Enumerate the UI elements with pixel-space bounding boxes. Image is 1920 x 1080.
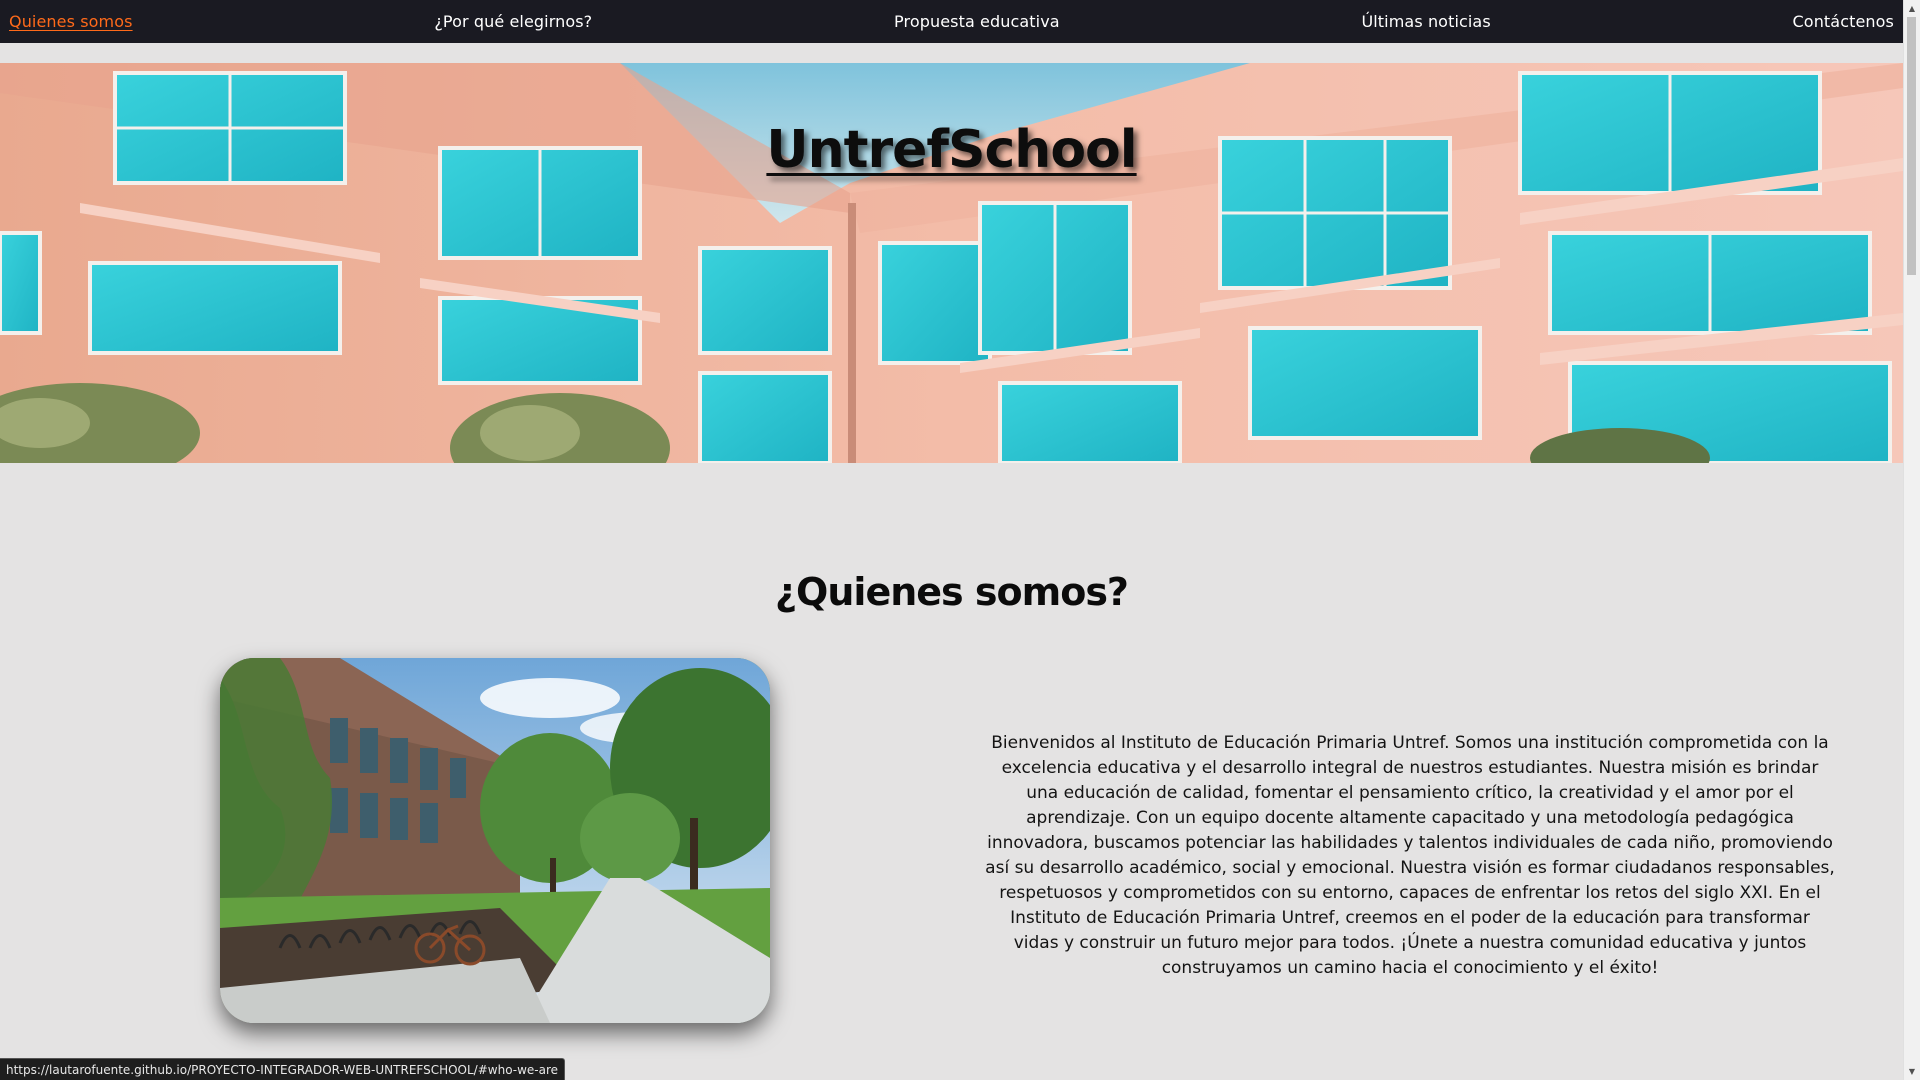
vertical-scrollbar[interactable]: ▲ ▼ xyxy=(1903,0,1920,1080)
hero-banner: UntrefSchool xyxy=(0,63,1903,463)
campus-photo-image xyxy=(220,658,770,1023)
top-navbar: Quienes somos ¿Por qué elegirnos? Propue… xyxy=(0,0,1903,43)
nav-link-propuesta-educativa[interactable]: Propuesta educativa xyxy=(894,12,1060,31)
about-paragraph: Bienvenidos al Instituto de Educación Pr… xyxy=(985,733,1835,978)
nav-link-ultimas-noticias[interactable]: Últimas noticias xyxy=(1361,12,1490,31)
link-status-bar: https://lautarofuente.github.io/PROYECTO… xyxy=(0,1058,566,1080)
scroll-up-arrow-icon[interactable]: ▲ xyxy=(1904,0,1920,17)
nav-link-por-que-elegirnos[interactable]: ¿Por qué elegirnos? xyxy=(434,12,592,31)
campus-photo xyxy=(220,658,770,1023)
nav-link-contactenos[interactable]: Contáctenos xyxy=(1793,12,1894,31)
site-title: UntrefSchool xyxy=(766,119,1137,180)
page: Quienes somos ¿Por qué elegirnos? Propue… xyxy=(0,0,1920,1080)
section-heading-quienes-somos: ¿Quienes somos? xyxy=(775,569,1129,614)
scrollbar-thumb[interactable] xyxy=(1907,17,1916,275)
scroll-down-arrow-icon[interactable]: ▼ xyxy=(1904,1063,1920,1080)
nav-link-quienes-somos[interactable]: Quienes somos xyxy=(9,12,133,31)
